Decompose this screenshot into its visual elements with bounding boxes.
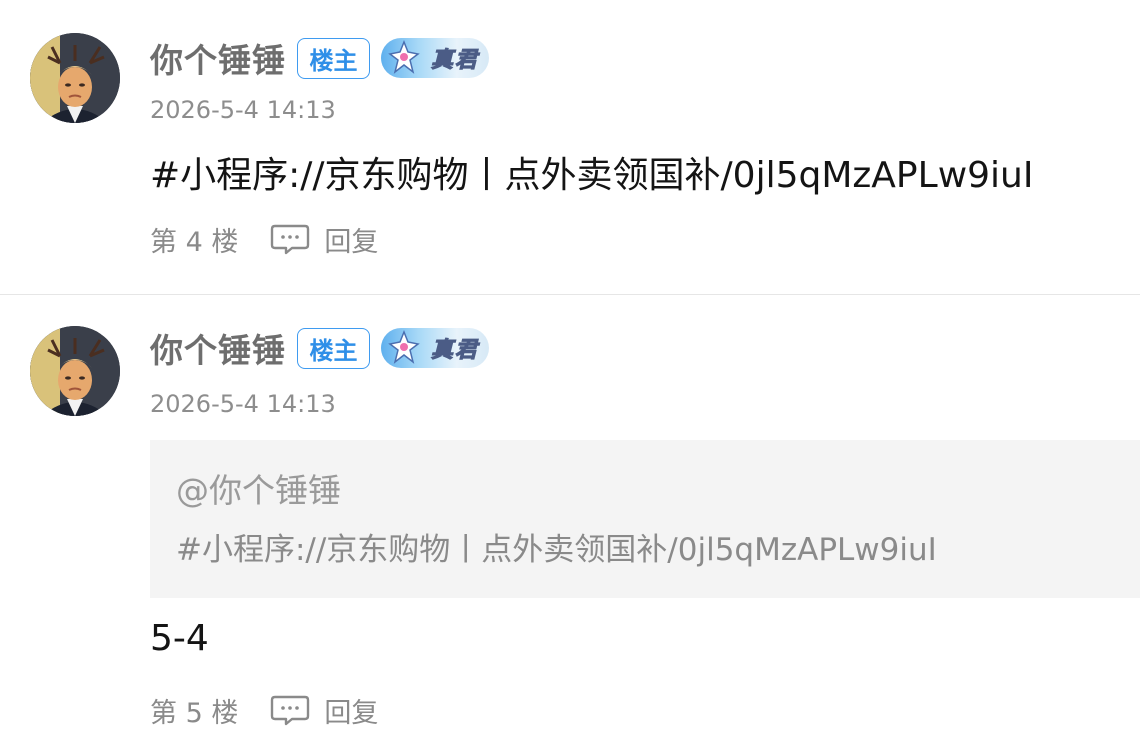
- user-avatar[interactable]: [30, 33, 120, 123]
- username[interactable]: 你个锤锤: [150, 34, 286, 82]
- level-badge: 真君: [381, 328, 489, 368]
- post-header: 你个锤锤 楼主 真君: [150, 36, 489, 80]
- reply-post-floor-4: 你个锤锤 楼主 真君 2026-5-4 14:13 #小程序://京东购物丨点外…: [0, 0, 1140, 296]
- comment-bubble-icon[interactable]: [270, 223, 310, 255]
- post-header: 你个锤锤 楼主 真君: [150, 326, 489, 370]
- reply-post-floor-5: 你个锤锤 楼主 真君 2026-5-4 14:13 @你个锤锤 #小程序://京…: [0, 296, 1140, 753]
- post-content: #小程序://京东购物丨点外卖领国补/0jl5qMzAPLw9iuI: [150, 155, 1034, 196]
- post-timestamp: 2026-5-4 14:13: [150, 96, 336, 124]
- op-badge: 楼主: [297, 327, 370, 369]
- quoted-text: #小程序://京东购物丨点外卖领国补/0jl5qMzAPLw9iuI: [176, 532, 937, 568]
- op-badge: 楼主: [297, 37, 370, 79]
- post-footer: 第 4 楼 回复: [150, 220, 378, 259]
- level-badge-label: 真君: [430, 47, 479, 74]
- level-badge: 真君: [381, 38, 489, 78]
- post-timestamp: 2026-5-4 14:13: [150, 390, 336, 418]
- user-avatar[interactable]: [30, 326, 120, 416]
- username[interactable]: 你个锤锤: [150, 324, 286, 372]
- floor-number: 第 5 楼: [150, 697, 239, 729]
- reply-button[interactable]: 回复: [324, 220, 378, 259]
- quoted-reply[interactable]: @你个锤锤 #小程序://京东购物丨点外卖领国补/0jl5qMzAPLw9iuI: [150, 440, 1140, 598]
- reply-button[interactable]: 回复: [324, 691, 378, 730]
- level-badge-label: 真君: [430, 337, 479, 364]
- post-divider: [0, 294, 1140, 295]
- floor-number: 第 4 楼: [150, 226, 239, 258]
- avatar-image: [30, 33, 120, 123]
- avatar-image: [30, 326, 120, 416]
- level-badge-icon: [388, 40, 420, 74]
- post-footer: 第 5 楼 回复: [150, 691, 378, 730]
- quoted-author[interactable]: @你个锤锤: [176, 464, 341, 512]
- comment-bubble-icon[interactable]: [270, 694, 310, 726]
- level-badge-icon: [388, 330, 420, 364]
- post-content: 5-4: [150, 618, 209, 659]
